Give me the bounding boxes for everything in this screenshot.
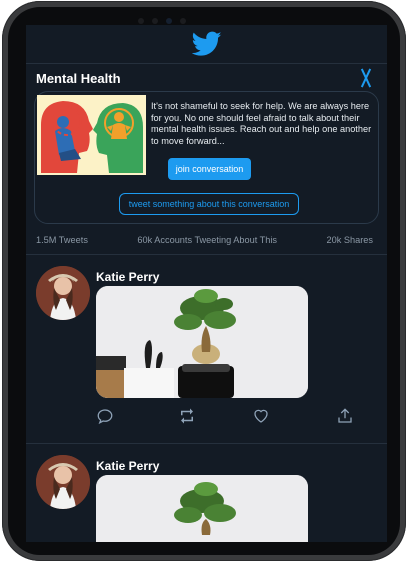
conversation-card: It's not shameful to seek for help. We a… [34, 91, 379, 224]
tweet-about-conversation-button[interactable]: tweet something about this conversation [119, 193, 299, 215]
close-icon[interactable] [357, 69, 375, 87]
tweet-author[interactable]: Katie Perry [96, 270, 159, 284]
panel-header: Mental Health [26, 65, 387, 91]
retweet-icon[interactable] [178, 407, 196, 425]
bonsai-plant-photo[interactable] [96, 286, 308, 398]
panel-title: Mental Health [36, 70, 121, 86]
tweet: Katie Perry [26, 444, 387, 542]
twitter-bird-icon[interactable] [191, 31, 222, 57]
stats-row: 1.5M Tweets 60k Accounts Tweeting About … [26, 231, 387, 249]
card-description: It's not shameful to seek for help. We a… [151, 101, 372, 146]
reply-icon[interactable] [96, 407, 114, 425]
tweet-author[interactable]: Katie Perry [96, 459, 159, 473]
tablet-frame: Mental Health It's not shameful to seek … [2, 1, 406, 561]
shares-count: 20k Shares [326, 235, 373, 245]
tweet: Katie Perry [26, 255, 387, 444]
mental-health-illustration [37, 95, 146, 175]
top-bar [26, 25, 387, 64]
join-conversation-button[interactable]: join conversation [168, 158, 251, 180]
tweet-actions [96, 407, 352, 425]
screen: Mental Health It's not shameful to seek … [26, 25, 387, 542]
bonsai-plant-photo[interactable] [96, 475, 308, 542]
avatar[interactable] [36, 455, 90, 509]
accounts-count: 60k Accounts Tweeting About This [137, 235, 278, 245]
share-icon[interactable] [336, 407, 354, 425]
camera-array [138, 18, 186, 24]
like-icon[interactable] [252, 407, 270, 425]
tweets-count: 1.5M Tweets [36, 235, 88, 245]
avatar[interactable] [36, 266, 90, 320]
